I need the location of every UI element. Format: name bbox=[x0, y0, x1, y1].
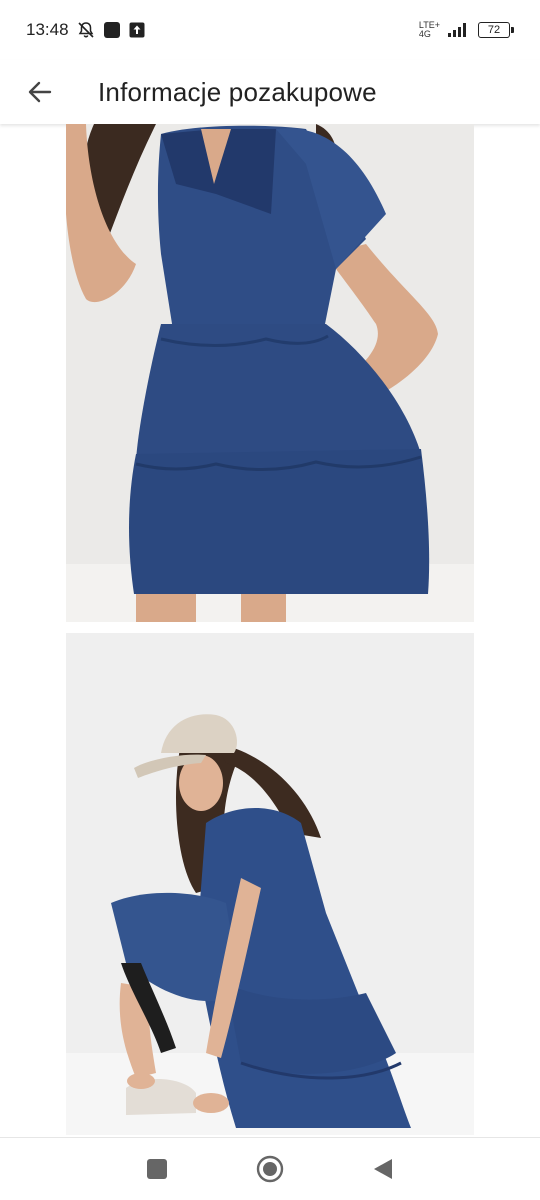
signal-icon bbox=[448, 23, 470, 37]
network-type: LTE+ 4G bbox=[419, 21, 440, 39]
status-left: 13:48 bbox=[26, 20, 145, 40]
app-notification-icon bbox=[103, 21, 121, 39]
bell-off-icon bbox=[77, 21, 95, 39]
arrow-left-icon bbox=[28, 81, 52, 103]
home-button[interactable] bbox=[250, 1149, 290, 1189]
product-image-2[interactable] bbox=[66, 633, 474, 1135]
app-bar: Informacje pozakupowe bbox=[0, 60, 540, 124]
square-icon bbox=[146, 1159, 167, 1179]
battery-icon: 72 bbox=[478, 22, 514, 38]
battery-level: 72 bbox=[487, 24, 501, 36]
status-right: LTE+ 4G 72 bbox=[419, 21, 514, 39]
back-button[interactable] bbox=[20, 72, 60, 112]
system-back-button[interactable] bbox=[363, 1149, 403, 1189]
system-nav-bar bbox=[0, 1137, 540, 1200]
product-image-1[interactable] bbox=[66, 124, 474, 622]
upload-icon bbox=[129, 22, 145, 38]
recent-apps-button[interactable] bbox=[137, 1149, 177, 1189]
triangle-back-icon bbox=[374, 1159, 393, 1179]
network-type-bottom: 4G bbox=[418, 29, 431, 39]
circle-home-icon bbox=[256, 1155, 284, 1183]
page-title: Informacje pozakupowe bbox=[98, 76, 377, 107]
status-bar: 13:48 LTE+ 4G 72 bbox=[0, 0, 540, 60]
status-time: 13:48 bbox=[26, 20, 69, 39]
